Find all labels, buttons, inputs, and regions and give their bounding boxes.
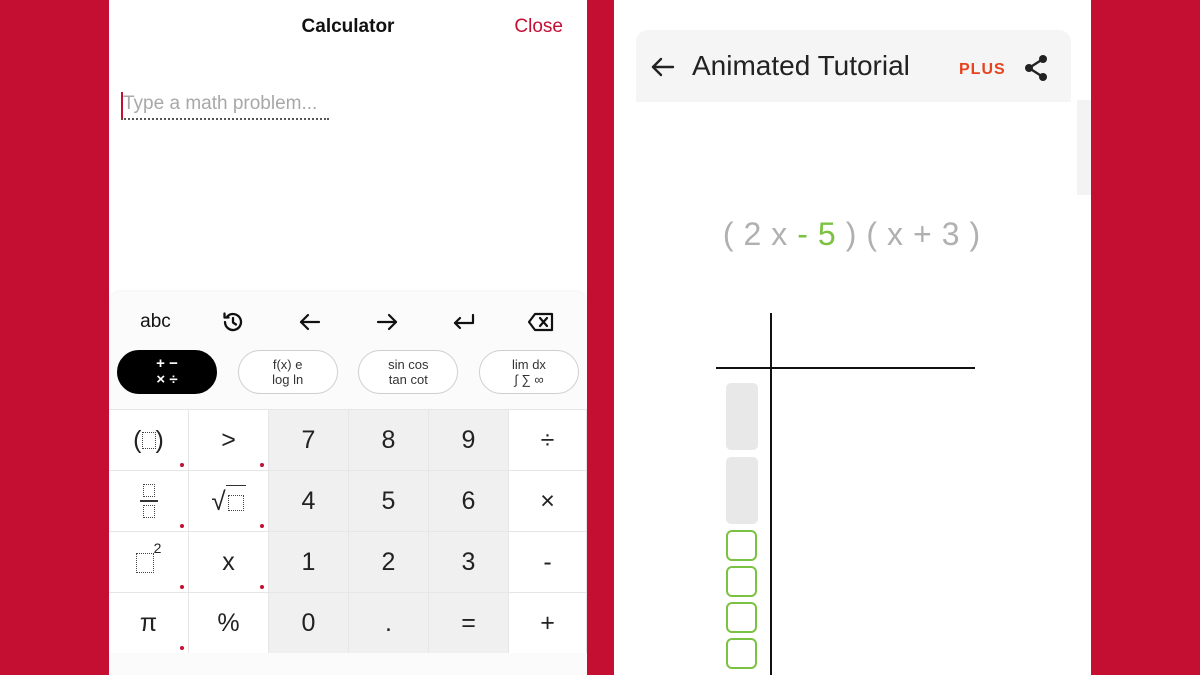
mode-label-line2: × ÷ — [156, 371, 178, 388]
calculator-header: Calculator Close — [109, 0, 587, 56]
mode-functions[interactable]: f(x) e log ln — [237, 350, 338, 394]
expr-token: x — [887, 216, 906, 252]
cursor-left-button[interactable] — [280, 304, 340, 340]
mode-label-line1: f(x) e — [272, 357, 303, 372]
digit-2-key[interactable]: 2 — [349, 531, 429, 592]
green-tile — [726, 638, 757, 669]
close-button[interactable]: Close — [514, 16, 563, 38]
percent-key[interactable]: % — [189, 592, 269, 653]
mode-label-line2: tan cot — [388, 372, 428, 387]
math-input-wrapper — [121, 90, 331, 122]
plus-key[interactable]: + — [509, 592, 587, 653]
mode-trigonometry[interactable]: sin cos tan cot — [358, 350, 459, 394]
mode-label-line1: sin cos — [388, 357, 429, 372]
mode-label-line2: log ln — [272, 372, 304, 387]
placeholder-tile — [726, 383, 758, 450]
backspace-button[interactable] — [511, 304, 571, 340]
expr-token: 2 — [743, 216, 764, 252]
divide-key[interactable]: ÷ — [509, 409, 587, 470]
tableau-horizontal-line — [716, 367, 975, 369]
mode-label-line1: + − — [156, 355, 178, 372]
parentheses-template-icon: () — [133, 425, 164, 454]
digit-6-key[interactable]: 6 — [429, 470, 509, 531]
share-icon[interactable] — [1023, 54, 1049, 82]
expr-token: 3 — [941, 216, 962, 252]
expr-token: - — [797, 216, 810, 252]
expr-token: ) — [969, 216, 983, 252]
text-caret — [121, 92, 123, 119]
math-problem-input[interactable] — [121, 90, 329, 120]
mode-calculus[interactable]: lim dx ∫ ∑ ∞ — [478, 350, 579, 394]
equals-key[interactable]: = — [429, 592, 509, 653]
history-icon — [222, 312, 242, 332]
history-button[interactable] — [203, 304, 263, 340]
greater-than-key[interactable]: > — [189, 409, 269, 470]
abc-keyboard-button[interactable]: abc — [126, 304, 186, 340]
fraction-key[interactable] — [109, 470, 189, 531]
pi-key[interactable]: π — [109, 592, 189, 653]
tutorial-title: Animated Tutorial — [692, 50, 910, 81]
expr-token: x — [771, 216, 790, 252]
plus-upgrade-button[interactable]: PLUS — [959, 61, 1006, 79]
digit-9-key[interactable]: 9 — [429, 409, 509, 470]
tutorial-header: Animated Tutorial PLUS — [636, 30, 1071, 102]
arrow-right-icon — [376, 313, 397, 331]
expr-token: ( — [722, 216, 736, 252]
digit-0-key[interactable]: 0 — [269, 592, 349, 653]
square-key[interactable]: 2 — [109, 531, 189, 592]
variable-x-key[interactable]: x — [189, 531, 269, 592]
math-keyboard: abc + − × ÷ f(x) e log ln sin cos tan co… — [109, 292, 587, 675]
calculator-screen: Calculator Close abc — [109, 0, 587, 675]
expr-token: 5 — [817, 216, 838, 252]
green-tile — [726, 602, 757, 633]
keypad-grid: () > 7 8 9 ÷ √ 4 5 6 × 2 x 1 2 3 - π % 0… — [109, 409, 587, 675]
tutorial-screen: Animated Tutorial PLUS (2 x -5)(x +3) — [614, 0, 1091, 675]
factored-expression: (2 x -5)(x +3) — [614, 216, 1091, 253]
cursor-right-button[interactable] — [357, 304, 417, 340]
keyboard-toolbar: abc — [109, 304, 587, 340]
decimal-point-key[interactable]: . — [349, 592, 429, 653]
digit-7-key[interactable]: 7 — [269, 409, 349, 470]
keyboard-mode-row: + − × ÷ f(x) e log ln sin cos tan cot li… — [117, 350, 579, 396]
parentheses-key[interactable]: () — [109, 409, 189, 470]
square-template-icon: 2 — [135, 540, 161, 577]
placeholder-tile — [726, 457, 758, 524]
square-root-key[interactable]: √ — [189, 470, 269, 531]
minus-key[interactable]: - — [509, 531, 587, 592]
mode-label-line2: ∫ ∑ ∞ — [514, 372, 544, 387]
expr-token: ( — [866, 216, 880, 252]
scroll-shadow — [1077, 100, 1091, 195]
digit-4-key[interactable]: 4 — [269, 470, 349, 531]
backspace-icon — [527, 312, 553, 332]
mode-label-line1: lim dx — [511, 357, 546, 372]
expr-token: ) — [845, 216, 859, 252]
digit-3-key[interactable]: 3 — [429, 531, 509, 592]
mode-basic-operations[interactable]: + − × ÷ — [117, 350, 217, 394]
enter-icon — [453, 313, 474, 330]
enter-button[interactable] — [434, 304, 494, 340]
digit-8-key[interactable]: 8 — [349, 409, 429, 470]
expr-token: + — [913, 216, 934, 252]
square-root-template-icon: √ — [211, 485, 246, 517]
arrow-left-icon — [299, 313, 320, 331]
digit-1-key[interactable]: 1 — [269, 531, 349, 592]
digit-5-key[interactable]: 5 — [349, 470, 429, 531]
back-arrow-icon[interactable] — [650, 56, 676, 78]
green-tile — [726, 566, 757, 597]
fraction-template-icon — [139, 484, 158, 518]
multiply-key[interactable]: × — [509, 470, 587, 531]
green-tile — [726, 530, 757, 561]
